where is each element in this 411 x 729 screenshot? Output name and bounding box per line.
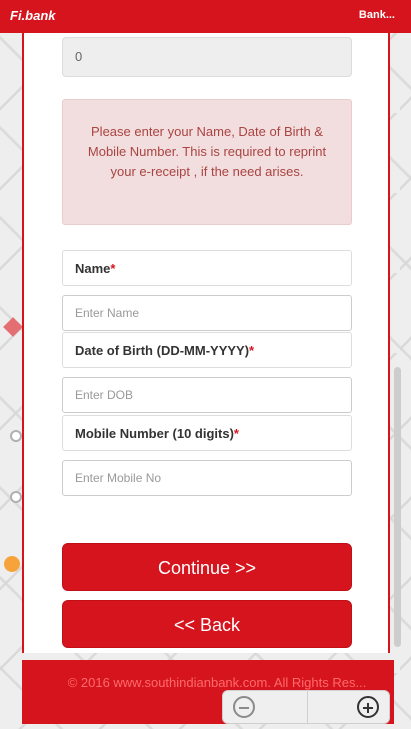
map-dot-icon (10, 430, 22, 442)
dob-label: Date of Birth (DD-MM-YYYY)* (62, 332, 352, 368)
name-label: Name* (62, 250, 352, 286)
map-dot-icon (10, 491, 22, 503)
amount-field: 0 (62, 37, 352, 77)
mobile-placeholder: Enter Mobile No (75, 471, 162, 485)
dob-input[interactable]: Enter DOB (62, 377, 352, 413)
notice-text: Please enter your Name, Date of Birth & … (87, 124, 327, 179)
name-input[interactable]: Enter Name (62, 295, 352, 331)
info-notice: Please enter your Name, Date of Birth & … (62, 99, 352, 225)
amount-value: 0 (75, 49, 83, 64)
zoom-divider (307, 691, 308, 723)
scrollbar[interactable] (394, 367, 401, 647)
dob-placeholder: Enter DOB (75, 388, 134, 402)
zoom-control (222, 690, 390, 724)
required-marker: * (249, 343, 255, 358)
back-button[interactable]: << Back (62, 600, 352, 648)
name-placeholder: Enter Name (75, 306, 140, 320)
brand-logo-right: Bank... (358, 9, 395, 21)
top-bar: Fi.bank Bank... (0, 0, 411, 33)
mobile-label: Mobile Number (10 digits)* (62, 415, 352, 451)
required-marker: * (110, 261, 116, 276)
continue-button[interactable]: Continue >> (62, 543, 352, 591)
mobile-input[interactable]: Enter Mobile No (62, 460, 352, 496)
zoom-in-icon[interactable] (357, 696, 379, 718)
brand-logo-left: Fi.bank (10, 8, 56, 23)
required-marker: * (233, 426, 239, 441)
zoom-out-icon[interactable] (233, 696, 255, 718)
map-pin-icon (4, 556, 20, 572)
